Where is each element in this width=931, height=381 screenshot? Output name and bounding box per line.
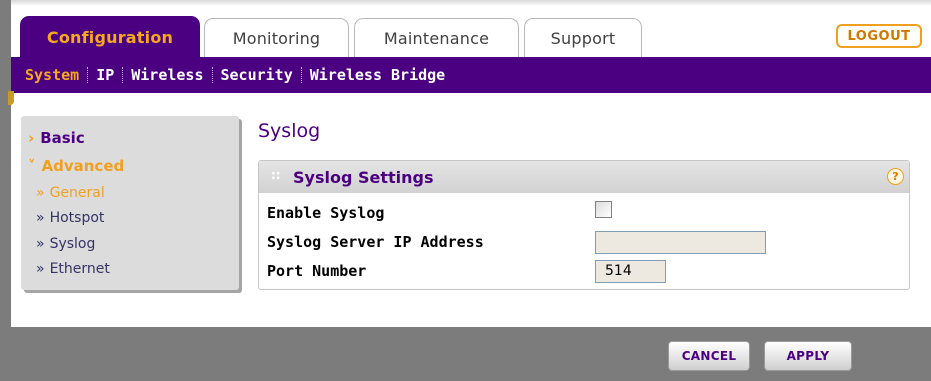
port-number-label: Port Number bbox=[267, 262, 367, 280]
page-title: Syslog bbox=[258, 120, 321, 142]
apply-label: APPLY bbox=[786, 349, 830, 363]
syslog-server-ip-label: Syslog Server IP Address bbox=[267, 233, 484, 251]
menu-item-syslog-label: Syslog bbox=[49, 236, 96, 252]
menu-item-basic-label: Basic bbox=[40, 129, 85, 147]
menu-item-general[interactable]: » General bbox=[36, 185, 105, 201]
port-number-input[interactable]: 514 bbox=[595, 260, 666, 283]
double-chevron-icon: » bbox=[36, 210, 45, 226]
tab-support-label: Support bbox=[550, 29, 616, 48]
tab-monitoring-label: Monitoring bbox=[232, 29, 321, 48]
subnav-separator bbox=[300, 67, 302, 83]
panel-header: :: Syslog Settings ? bbox=[259, 161, 909, 193]
double-chevron-icon: » bbox=[36, 236, 45, 252]
tab-maintenance[interactable]: Maintenance bbox=[354, 18, 519, 58]
tab-monitoring[interactable]: Monitoring bbox=[204, 18, 349, 58]
subnav-notch bbox=[8, 91, 14, 105]
logout-label: LOGOUT bbox=[847, 28, 911, 44]
sub-navigation: System IP Wireless Security Wireless Bri… bbox=[11, 57, 931, 93]
double-chevron-icon: » bbox=[36, 185, 45, 201]
menu-item-ethernet-label: Ethernet bbox=[49, 261, 110, 277]
menu-item-hotspot-label: Hotspot bbox=[49, 210, 105, 226]
top-shadow bbox=[11, 0, 931, 6]
chevron-right-icon: › bbox=[28, 129, 35, 147]
enable-syslog-checkbox[interactable] bbox=[595, 201, 612, 218]
left-frame-border bbox=[0, 0, 11, 381]
chevron-down-icon: ˅ bbox=[28, 157, 36, 175]
menu-item-basic[interactable]: › Basic bbox=[28, 129, 85, 147]
tab-configuration[interactable]: Configuration bbox=[20, 16, 200, 58]
menu-item-advanced[interactable]: ˅ Advanced bbox=[28, 157, 124, 175]
panel-title: Syslog Settings bbox=[293, 168, 434, 187]
enable-syslog-label: Enable Syslog bbox=[267, 204, 385, 222]
subnav-security[interactable]: Security bbox=[221, 66, 293, 84]
tab-support[interactable]: Support bbox=[524, 18, 642, 58]
menu-item-ethernet[interactable]: » Ethernet bbox=[36, 261, 110, 277]
cancel-button[interactable]: CANCEL bbox=[668, 341, 750, 371]
tab-maintenance-label: Maintenance bbox=[383, 29, 490, 48]
grip-icon: :: bbox=[271, 168, 281, 182]
logout-button[interactable]: LOGOUT bbox=[836, 24, 922, 48]
subnav-separator bbox=[211, 67, 213, 83]
menu-item-hotspot[interactable]: » Hotspot bbox=[36, 210, 104, 226]
double-chevron-icon: » bbox=[36, 261, 45, 277]
subnav-wireless-bridge[interactable]: Wireless Bridge bbox=[310, 66, 445, 84]
subnav-wireless[interactable]: Wireless bbox=[131, 66, 203, 84]
cancel-label: CANCEL bbox=[681, 349, 737, 363]
menu-item-syslog[interactable]: » Syslog bbox=[36, 236, 95, 252]
help-icon[interactable]: ? bbox=[887, 168, 904, 185]
subnav-separator bbox=[87, 67, 89, 83]
syslog-server-ip-input[interactable] bbox=[595, 231, 766, 254]
menu-item-advanced-label: Advanced bbox=[41, 157, 125, 175]
apply-button[interactable]: APPLY bbox=[764, 341, 852, 371]
subnav-system[interactable]: System bbox=[25, 66, 79, 84]
subnav-ip[interactable]: IP bbox=[96, 66, 114, 84]
subnav-separator bbox=[122, 67, 124, 83]
tab-configuration-label: Configuration bbox=[46, 28, 174, 47]
menu-item-general-label: General bbox=[49, 185, 105, 201]
